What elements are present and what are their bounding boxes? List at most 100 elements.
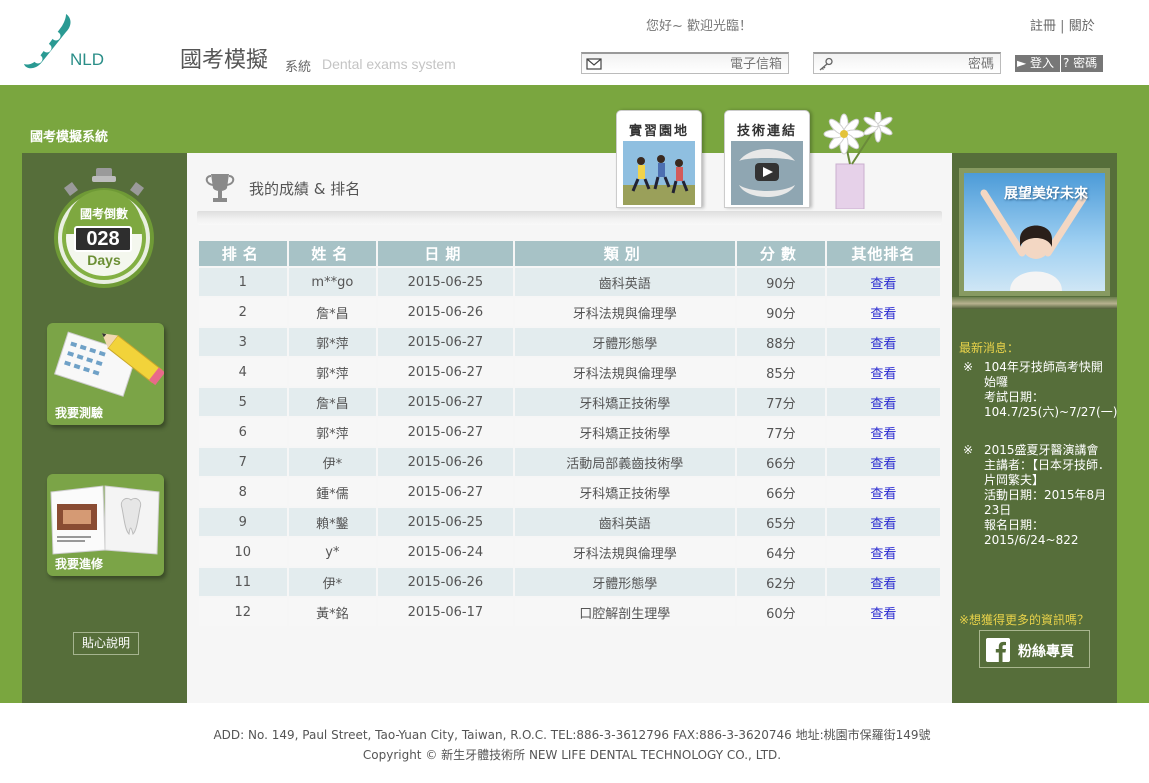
table-row: 7 伊* 2015-06-26 活動局部義齒技術學 66分 查看 — [199, 448, 940, 476]
cell-name: 郭*萍 — [288, 328, 377, 356]
cell-name: 詹*昌 — [288, 388, 377, 416]
take-test-button[interactable]: 我要測驗 — [47, 323, 164, 425]
cell-date: 2015-06-25 — [378, 268, 513, 296]
news-item[interactable]: ※ 104年牙技師高考快開始囉 考試日期： 104.7/25(六)~7/27(一… — [963, 360, 1118, 420]
cell-rank: 10 — [199, 538, 287, 566]
flower-vase-decoration — [823, 112, 893, 209]
news-line: 104年牙技師高考快開始囉 — [984, 360, 1103, 389]
cell-category: 牙科法規與倫理學 — [514, 538, 736, 566]
cell-category: 牙科法規與倫理學 — [514, 358, 736, 386]
header-score[interactable]: 分數 — [737, 241, 825, 266]
site-subtitle-english: Dental exams system — [322, 56, 456, 72]
news-line: 報名日期： — [984, 518, 1045, 532]
cell-rank: 2 — [199, 298, 287, 326]
wooden-shelf-divider — [952, 297, 1117, 309]
login-button[interactable]: ► 登入 — [1015, 55, 1060, 72]
cell-score: 77分 — [737, 388, 825, 416]
countdown-unit: Days — [87, 252, 121, 268]
table-row: 4 郭*萍 2015-06-27 牙科法規與倫理學 85分 查看 — [199, 358, 940, 386]
forgot-password-button[interactable]: ? 密碼 — [1061, 55, 1103, 72]
news-line: 活動日期：2015年8月23日 — [984, 488, 1107, 517]
header-name[interactable]: 姓名 — [288, 241, 377, 266]
site-title: 國考模擬 — [180, 48, 269, 73]
news-line: 104.7/25(六)~7/27(一) — [984, 405, 1118, 419]
facebook-fan-page-button[interactable]: 粉絲專頁 — [979, 630, 1090, 668]
about-link[interactable]: 關於 — [1069, 19, 1095, 34]
help-button[interactable]: 貼心說明 — [73, 632, 139, 655]
cell-score: 85分 — [737, 358, 825, 386]
register-link[interactable]: 註冊 — [1030, 19, 1056, 34]
ranking-table: 排名 姓名 日期 類別 分數 其他排名 1 m**go 2015-06-25 齒… — [197, 239, 942, 628]
cell-date: 2015-06-24 — [378, 538, 513, 566]
header-category[interactable]: 類別 — [514, 241, 736, 266]
cell-date: 2015-06-26 — [378, 568, 513, 596]
cell-name: 賴*鑿 — [288, 508, 377, 536]
countdown-label: 國考倒數 — [79, 207, 128, 221]
view-link[interactable]: 查看 — [826, 448, 940, 476]
countdown-number: 028 — [74, 226, 132, 252]
news-bullet: ※ — [963, 443, 974, 457]
jumping-people-photo — [623, 141, 695, 205]
news-line: 2015/6/24~822 — [984, 533, 1079, 547]
tab-practice-area[interactable]: 實習園地 — [616, 110, 702, 208]
cell-rank: 6 — [199, 418, 287, 446]
welcome-text: 您好~ 歡迎光臨！ — [646, 19, 753, 34]
cell-category: 活動局部義齒技術學 — [514, 448, 736, 476]
section-title: 我的成績 & 排名 — [249, 180, 361, 198]
future-banner[interactable]: 展望美好未來 — [959, 168, 1110, 296]
tab-tech-links[interactable]: 技術連結 — [724, 110, 810, 208]
envelope-icon — [586, 58, 602, 70]
cell-category: 口腔解剖生理學 — [514, 598, 736, 626]
cell-category: 牙體形態學 — [514, 568, 736, 596]
system-label: 國考模擬系統 — [30, 130, 109, 145]
header-date[interactable]: 日期 — [378, 241, 513, 266]
view-link[interactable]: 查看 — [826, 538, 940, 566]
view-link[interactable]: 查看 — [826, 358, 940, 386]
cell-rank: 7 — [199, 448, 287, 476]
table-row: 1 m**go 2015-06-25 齒科英語 90分 查看 — [199, 268, 940, 296]
table-row: 11 伊* 2015-06-26 牙體形態學 62分 查看 — [199, 568, 940, 596]
view-link[interactable]: 查看 — [826, 268, 940, 296]
take-test-label: 我要測驗 — [55, 406, 104, 420]
cell-score: 60分 — [737, 598, 825, 626]
header-rank[interactable]: 排名 — [199, 241, 287, 266]
password-input[interactable] — [838, 55, 994, 73]
open-book-icon — [50, 485, 160, 555]
section-divider — [197, 211, 942, 225]
cell-rank: 9 — [199, 508, 287, 536]
cell-name: 郭*萍 — [288, 358, 377, 386]
view-link[interactable]: 查看 — [826, 328, 940, 356]
cell-score: 77分 — [737, 418, 825, 446]
news-item[interactable]: ※ 2015盛夏牙醫演講會 主講者：【日本牙技師．片岡繁夫】 活動日期：2015… — [963, 443, 1111, 548]
email-input[interactable] — [606, 55, 782, 73]
cell-score: 62分 — [737, 568, 825, 596]
header: NLD 國考模擬 系統 Dental exams system 您好~ 歡迎光臨… — [0, 0, 1149, 85]
password-field[interactable] — [813, 52, 1001, 74]
footer-copyright: Copyright © 新生牙體技術所 NEW LIFE DENTAL TECH… — [362, 748, 782, 762]
further-study-button[interactable]: 我要進修 — [47, 474, 164, 576]
cell-date: 2015-06-27 — [378, 478, 513, 506]
view-link[interactable]: 查看 — [826, 598, 940, 626]
view-link[interactable]: 查看 — [826, 568, 940, 596]
header-other-rank[interactable]: 其他排名 — [826, 241, 940, 266]
view-link[interactable]: 查看 — [826, 418, 940, 446]
cell-date: 2015-06-27 — [378, 328, 513, 356]
table-header-row: 排名 姓名 日期 類別 分數 其他排名 — [199, 241, 940, 266]
view-link[interactable]: 查看 — [826, 298, 940, 326]
table-row: 9 賴*鑿 2015-06-25 齒科英語 65分 查看 — [199, 508, 940, 536]
view-link[interactable]: 查看 — [826, 388, 940, 416]
cell-category: 齒科英語 — [514, 508, 736, 536]
cell-name: 郭*萍 — [288, 418, 377, 446]
cell-score: 66分 — [737, 478, 825, 506]
link-separator: | — [1060, 19, 1065, 34]
cell-rank: 3 — [199, 328, 287, 356]
view-link[interactable]: 查看 — [826, 508, 940, 536]
more-info-text: ※想獲得更多的資訊嗎？ — [959, 613, 1090, 627]
trophy-icon — [205, 174, 235, 202]
cell-date: 2015-06-26 — [378, 298, 513, 326]
news-heading: 最新消息： — [959, 341, 1020, 355]
cell-category: 牙科矯正技術學 — [514, 418, 736, 446]
email-field[interactable] — [581, 52, 789, 74]
cell-rank: 1 — [199, 268, 287, 296]
view-link[interactable]: 查看 — [826, 478, 940, 506]
